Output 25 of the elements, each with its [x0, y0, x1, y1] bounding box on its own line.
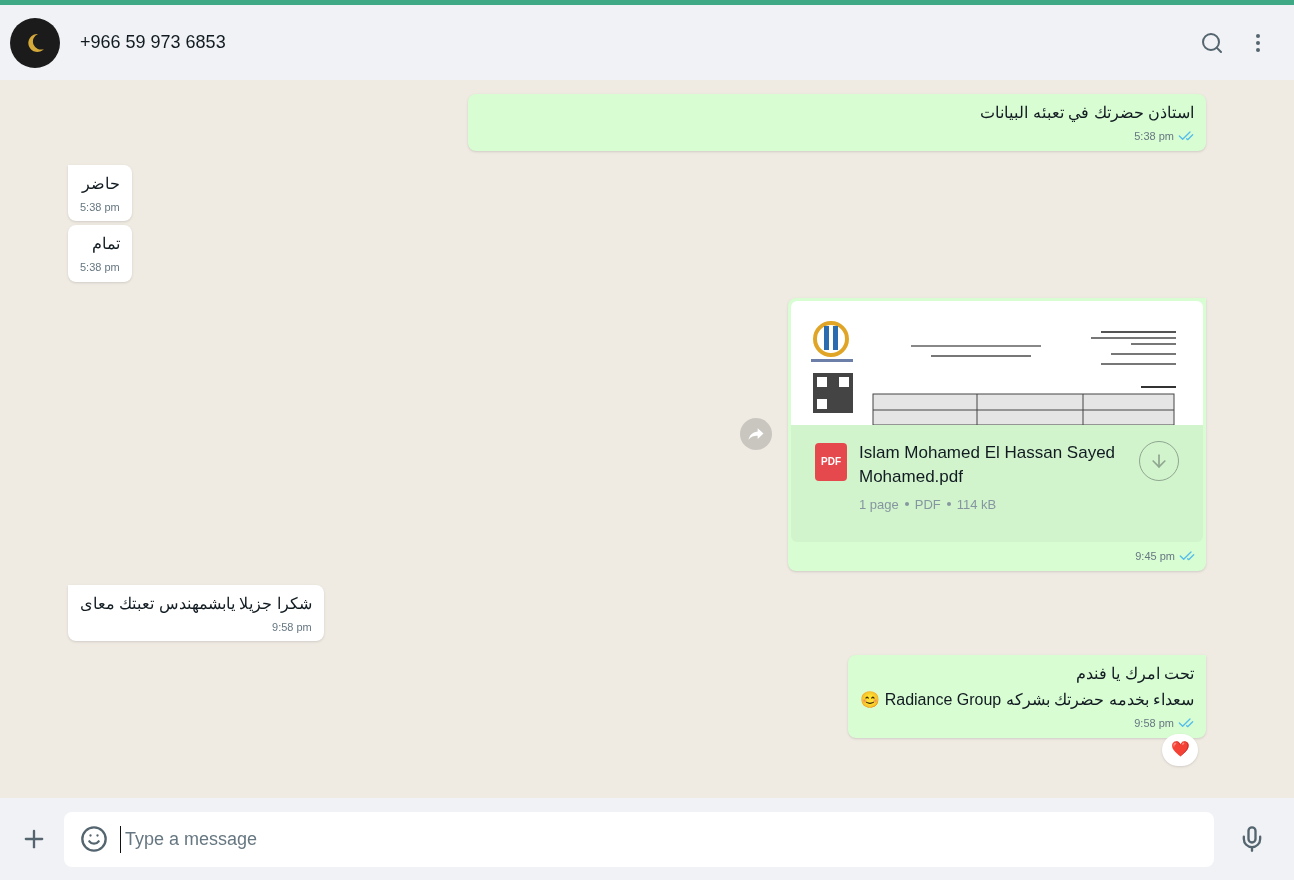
message-text: شكرا جزيلا يابشمهندس تعبتك معاى	[80, 593, 312, 615]
menu-button[interactable]	[1256, 33, 1260, 52]
contact-avatar[interactable]	[10, 17, 60, 68]
message-time: 5:38 pm	[80, 199, 120, 215]
message-field[interactable]: Type a message	[64, 811, 1214, 867]
emoji-icon[interactable]	[80, 825, 108, 853]
file-meta: 1 page	[859, 495, 899, 514]
message-time: 5:38 pm	[1134, 129, 1174, 144]
message-time: 9:58 pm	[1134, 716, 1174, 731]
contact-name: +966 59 973 6853	[80, 31, 226, 54]
message-text: تمام	[90, 234, 120, 255]
message-time: 5:38 pm	[80, 260, 120, 275]
message-input[interactable]: Type a message	[120, 825, 1198, 853]
message-text: حاضر	[80, 173, 120, 195]
message-text: تحت امرك يا فندم	[1074, 664, 1194, 685]
message-text: سعداء بخدمه حضرتك بشركه Radiance Group 😊	[860, 690, 1194, 711]
file-type: PDF	[821, 455, 841, 469]
menu-icon	[1256, 33, 1260, 52]
search-button[interactable]	[1200, 30, 1224, 55]
message-time: 9:45 pm	[1135, 549, 1175, 564]
file-meta: 114 kB	[956, 495, 997, 514]
message-time: 9:58 pm	[272, 619, 312, 635]
file-name: Islam Mohamed El Hassan Sayed Mohamed.pdf	[859, 441, 1117, 488]
message-text: استاذن حضرتك في تعبئه البيانات	[979, 103, 1194, 124]
file-meta: PDF	[914, 495, 941, 514]
